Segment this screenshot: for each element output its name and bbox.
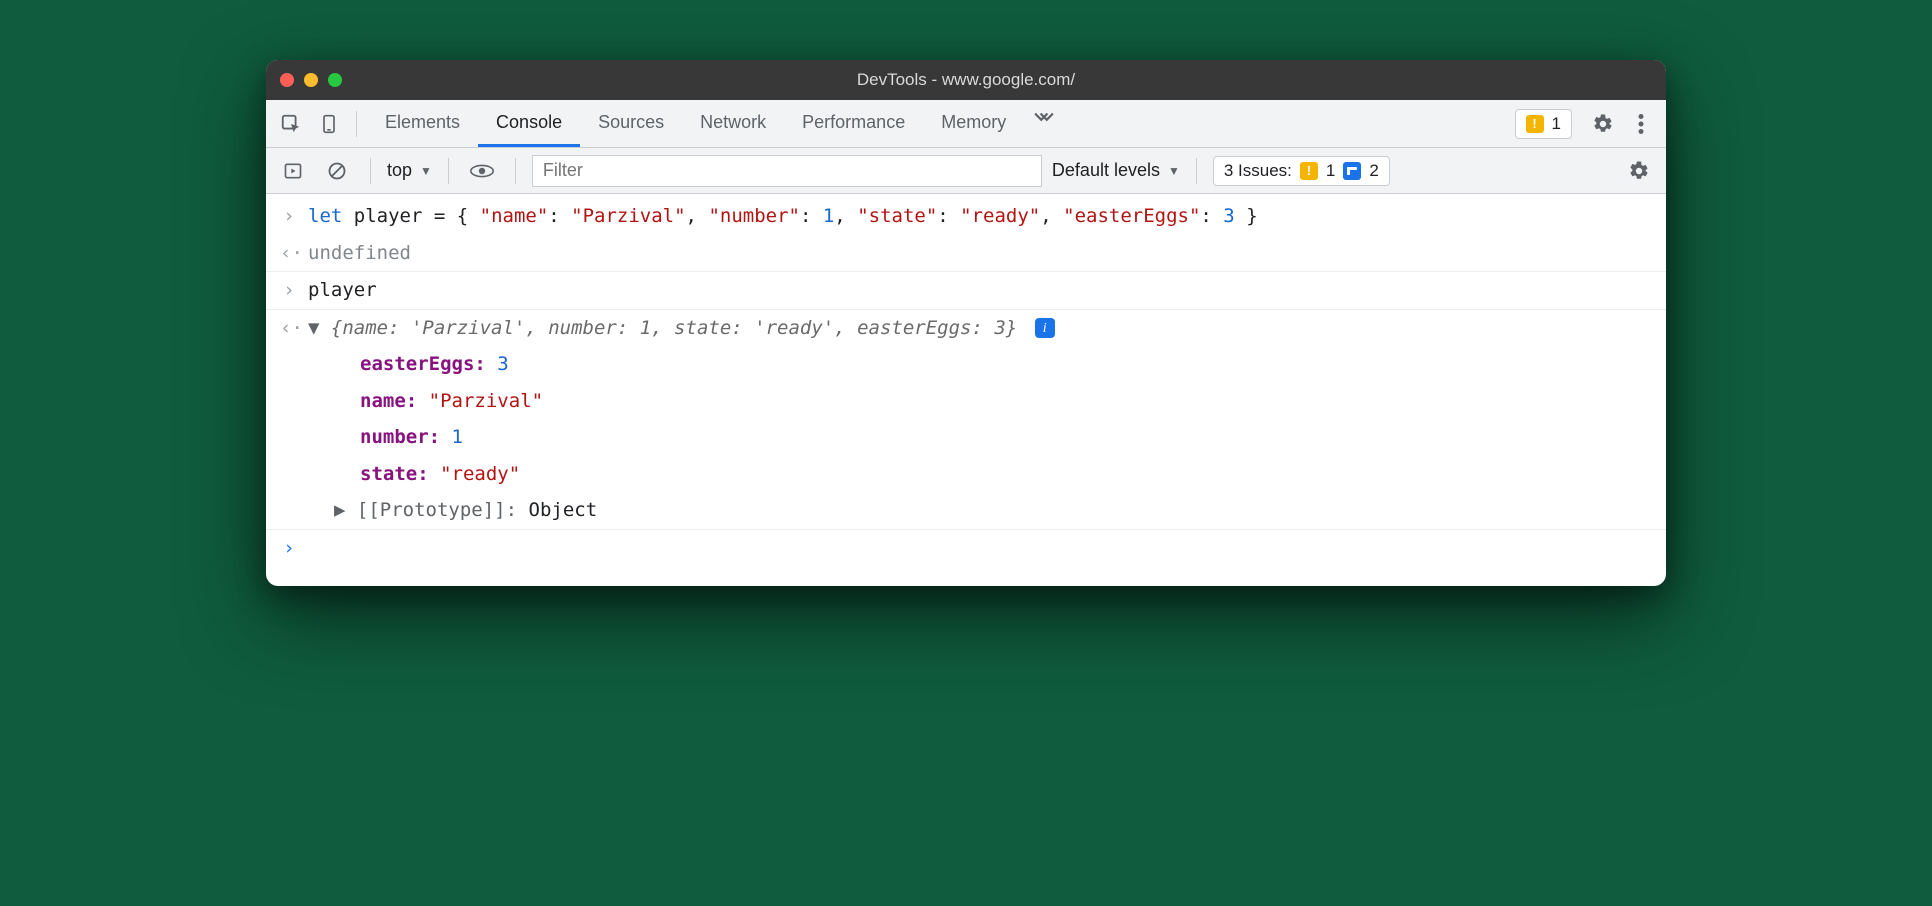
object-prototype-row[interactable]: ▶ [[Prototype]]: Object — [266, 492, 1666, 530]
code-line: let player = { "name": "Parzival", "numb… — [308, 202, 1652, 231]
log-levels-selector[interactable]: Default levels ▼ — [1052, 160, 1180, 181]
traffic-lights — [280, 73, 342, 87]
kebab-menu-icon[interactable] — [1624, 107, 1658, 141]
object-summary[interactable]: ▼ {name: 'Parzival', number: 1, state: '… — [308, 314, 1652, 343]
console-toolbar: top ▼ Default levels ▼ 3 Issues: 1 2 — [266, 148, 1666, 194]
console-settings-icon[interactable] — [1622, 154, 1656, 188]
more-tabs-icon[interactable] — [1024, 100, 1064, 134]
tab-console[interactable]: Console — [478, 100, 580, 147]
warning-icon — [1526, 115, 1544, 133]
minimize-window-button[interactable] — [304, 73, 318, 87]
issues-label: 3 Issues: — [1224, 161, 1292, 181]
separator — [1196, 158, 1197, 184]
separator — [356, 111, 357, 137]
separator — [515, 158, 516, 184]
tab-performance[interactable]: Performance — [784, 100, 923, 147]
zoom-window-button[interactable] — [328, 73, 342, 87]
code-line: player — [308, 276, 1652, 305]
titlebar: DevTools - www.google.com/ — [266, 60, 1666, 100]
collapse-marker-icon[interactable]: ▶ — [334, 499, 357, 521]
clear-console-icon[interactable] — [320, 154, 354, 188]
object-property-row: state: "ready" — [266, 456, 1666, 493]
output-marker-icon: ‹· — [280, 239, 298, 268]
panel-tabs: Elements Console Sources Network Perform… — [367, 100, 1064, 147]
settings-icon[interactable] — [1586, 107, 1620, 141]
input-marker-icon: › — [280, 276, 298, 305]
output-marker-icon: ‹· — [280, 314, 298, 343]
tab-elements[interactable]: Elements — [367, 100, 478, 147]
separator — [370, 158, 371, 184]
live-expression-icon[interactable] — [465, 154, 499, 188]
object-property-row: easterEggs: 3 — [266, 346, 1666, 383]
info-chip-icon[interactable]: i — [1035, 318, 1055, 338]
device-toolbar-icon[interactable] — [312, 107, 346, 141]
console-prompt-row[interactable]: › — [266, 530, 1666, 567]
context-label: top — [387, 160, 412, 181]
object-property-row: name: "Parzival" — [266, 383, 1666, 420]
execution-context-selector[interactable]: top ▼ — [387, 160, 432, 181]
filter-input[interactable] — [532, 155, 1042, 187]
console-result-row: ‹· ▼ {name: 'Parzival', number: 1, state… — [266, 310, 1666, 347]
issues-info-count: 2 — [1369, 161, 1378, 181]
tab-sources[interactable]: Sources — [580, 100, 682, 147]
info-icon — [1343, 162, 1361, 180]
console-input-row: › player — [266, 272, 1666, 310]
separator — [448, 158, 449, 184]
object-property-row: number: 1 — [266, 419, 1666, 456]
close-window-button[interactable] — [280, 73, 294, 87]
window-title: DevTools - www.google.com/ — [266, 70, 1666, 90]
tab-network[interactable]: Network — [682, 100, 784, 147]
devtools-window: DevTools - www.google.com/ Elements Cons… — [266, 60, 1666, 586]
console-result-row: ‹· undefined — [266, 235, 1666, 273]
warning-icon — [1300, 162, 1318, 180]
inspect-element-icon[interactable] — [274, 107, 308, 141]
console-output[interactable]: › let player = { "name": "Parzival", "nu… — [266, 194, 1666, 586]
console-input-row: › let player = { "name": "Parzival", "nu… — [266, 198, 1666, 235]
warnings-count: 1 — [1552, 114, 1561, 134]
levels-label: Default levels — [1052, 160, 1160, 181]
expand-toggle-icon[interactable]: ▼ — [308, 317, 331, 339]
tabbar: Elements Console Sources Network Perform… — [266, 100, 1666, 148]
input-marker-icon: › — [280, 202, 298, 231]
undefined-result: undefined — [308, 239, 1652, 268]
show-console-sidebar-icon[interactable] — [276, 154, 310, 188]
issues-warn-count: 1 — [1326, 161, 1335, 181]
tab-memory[interactable]: Memory — [923, 100, 1024, 147]
chevron-down-icon: ▼ — [1168, 164, 1180, 178]
prompt-marker-icon: › — [280, 534, 298, 563]
chevron-down-icon: ▼ — [420, 164, 432, 178]
console-warnings-badge[interactable]: 1 — [1515, 109, 1572, 139]
issues-badge[interactable]: 3 Issues: 1 2 — [1213, 156, 1390, 186]
